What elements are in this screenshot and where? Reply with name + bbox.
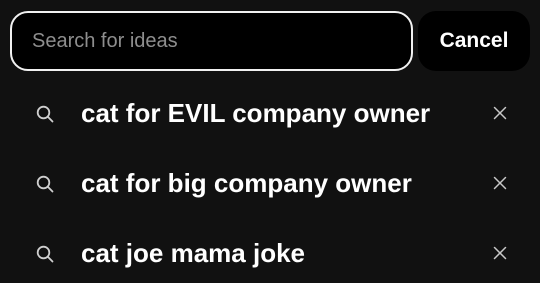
suggestion-item[interactable]: cat joe mama joke xyxy=(0,218,540,283)
close-icon[interactable] xyxy=(488,241,512,265)
suggestion-label: cat for EVIL company owner xyxy=(81,98,431,128)
suggestion-item[interactable]: cat for EVIL company owner xyxy=(0,78,540,148)
search-icon xyxy=(36,245,54,263)
search-field[interactable] xyxy=(10,11,413,71)
cancel-button[interactable]: Cancel xyxy=(418,11,530,71)
close-icon[interactable] xyxy=(488,101,512,125)
close-icon[interactable] xyxy=(488,171,512,195)
suggestion-label: cat joe mama joke xyxy=(81,238,305,268)
search-icon xyxy=(36,105,54,123)
search-input[interactable] xyxy=(32,13,402,69)
suggestion-label: cat for big company owner xyxy=(81,168,412,198)
suggestion-list: cat for EVIL company owner cat for big c… xyxy=(0,78,540,283)
search-icon xyxy=(36,175,54,193)
suggestion-item[interactable]: cat for big company owner xyxy=(0,148,540,218)
search-page: Cancel cat for EVIL company owner xyxy=(0,0,540,283)
search-bar: Cancel xyxy=(10,11,530,71)
